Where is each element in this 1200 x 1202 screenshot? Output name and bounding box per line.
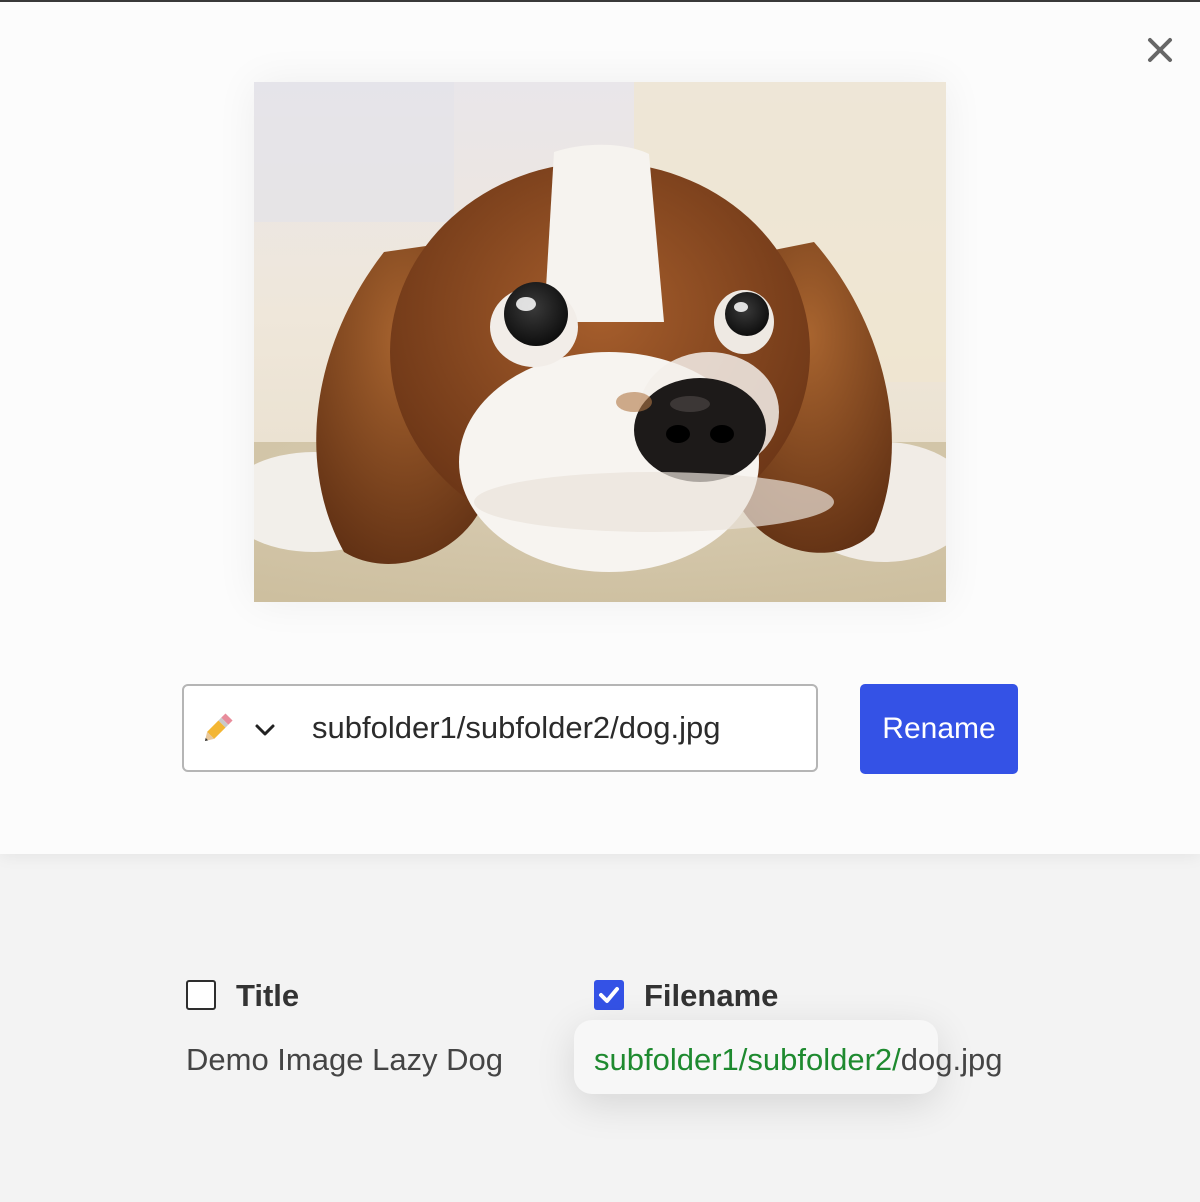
title-column-label: Title	[236, 978, 300, 1013]
title-value: Demo Image Lazy Dog	[186, 1042, 504, 1077]
rename-button[interactable]: Rename	[860, 684, 1018, 774]
pencil-icon[interactable]	[200, 712, 234, 746]
title-checkbox[interactable]	[186, 980, 216, 1010]
close-icon	[1148, 38, 1172, 62]
filename-checkbox[interactable]	[594, 980, 624, 1010]
image-preview	[254, 82, 946, 602]
image-detail-modal: Rename	[0, 2, 1200, 854]
dog-photo	[254, 82, 946, 602]
checkmark-icon	[599, 987, 619, 1003]
filename-column-label: Filename	[644, 978, 779, 1013]
close-button[interactable]	[1140, 30, 1180, 70]
filename-value: subfolder1/subfolder2/dog.jpg	[594, 1042, 1002, 1078]
filename-path: subfolder1/subfolder2/	[594, 1042, 901, 1077]
chevron-down-icon[interactable]	[254, 722, 276, 738]
filename-input[interactable]	[312, 706, 792, 750]
rename-field-group	[182, 684, 818, 772]
filename-basename: dog.jpg	[900, 1042, 1003, 1077]
